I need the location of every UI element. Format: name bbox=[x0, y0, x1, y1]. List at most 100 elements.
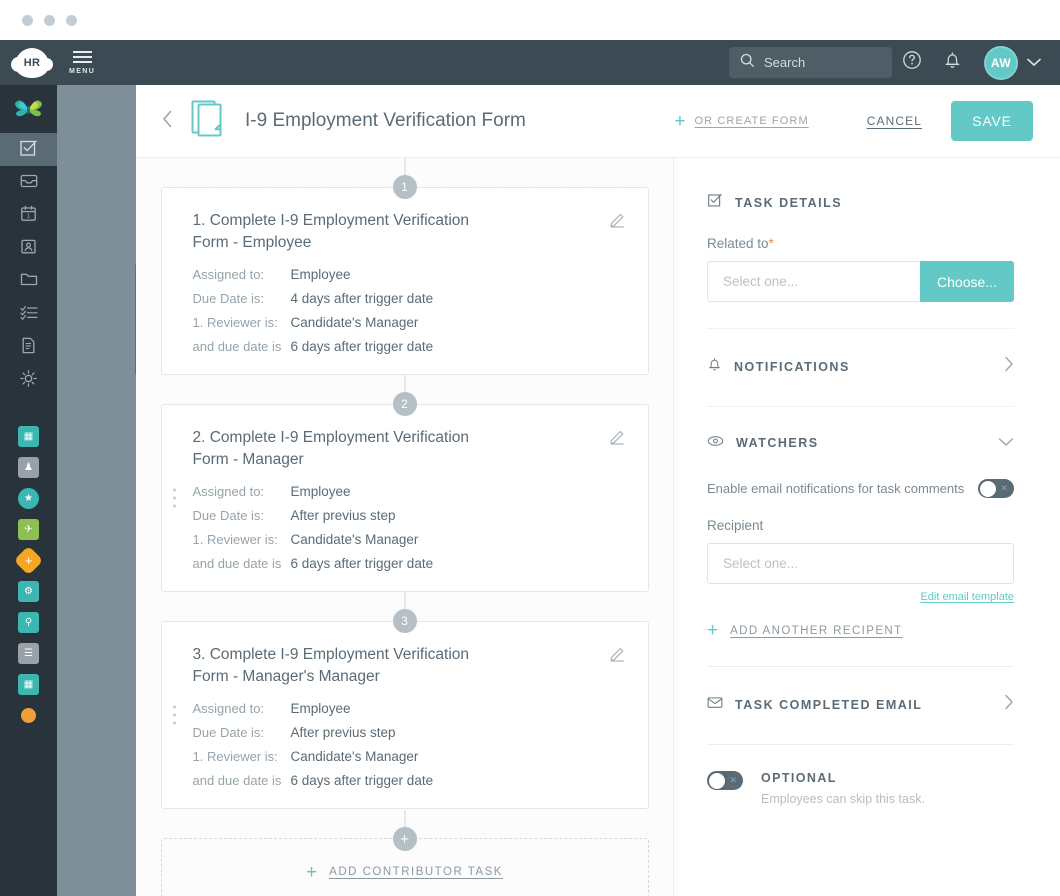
app-icon-team[interactable]: ▦ bbox=[0, 421, 57, 452]
task-detail-key: 1. Reviewer is: bbox=[192, 749, 278, 764]
task-detail-row: Assigned to: Employee bbox=[193, 701, 624, 716]
task-detail-row: Assigned to: Employee bbox=[193, 484, 624, 499]
hamburger-icon bbox=[72, 50, 92, 63]
checklist-icon bbox=[19, 303, 39, 326]
add-another-recipient-button[interactable]: + ADD ANOTHER RECIPENT bbox=[707, 621, 1014, 640]
create-form-button[interactable]: + OR CREATE FORM bbox=[674, 112, 808, 131]
menu-label: MENU bbox=[69, 67, 96, 75]
sidebar-item-files[interactable] bbox=[0, 265, 57, 298]
pencil-icon[interactable] bbox=[609, 211, 626, 233]
app-icon-recruit[interactable]: ♟ bbox=[0, 452, 57, 483]
task-detail-value: Employee bbox=[290, 701, 351, 716]
app-icon-search[interactable]: ⚲ bbox=[0, 607, 57, 638]
window-titlebar bbox=[0, 0, 1060, 40]
sidebar-item-inbox[interactable] bbox=[0, 166, 57, 199]
task-detail-row: 1. Reviewer is: Candidate's Manager bbox=[193, 532, 624, 547]
related-to-placeholder: Select one... bbox=[723, 274, 799, 289]
butterfly-logo[interactable] bbox=[0, 85, 57, 133]
edit-email-template-link[interactable]: Edit email template bbox=[707, 591, 1014, 603]
step-badge: 1 bbox=[392, 175, 417, 199]
related-to-select[interactable]: Select one... bbox=[707, 261, 920, 302]
drag-handle[interactable] bbox=[172, 488, 176, 508]
task-detail-value: Candidate's Manager bbox=[290, 532, 419, 547]
task-detail-key: and due date is bbox=[192, 339, 282, 354]
checkbox-icon bbox=[19, 138, 38, 162]
choose-button[interactable]: Choose... bbox=[920, 261, 1014, 302]
app-icon-settings[interactable]: ⚙ bbox=[0, 576, 57, 607]
avatar[interactable]: AW bbox=[984, 45, 1018, 80]
window-maximize-dot[interactable] bbox=[66, 14, 77, 26]
task-detail-row: and due date is 6 days after trigger dat… bbox=[193, 773, 624, 788]
sidebar-item-checklist[interactable] bbox=[0, 298, 57, 331]
related-to-text: Related to bbox=[707, 236, 769, 251]
chevron-right-icon[interactable] bbox=[1004, 356, 1014, 377]
app-icon-orange[interactable] bbox=[0, 700, 57, 731]
sidebar-item-calendar[interactable]: 1 bbox=[0, 199, 57, 232]
add-step-plus-badge[interactable]: + bbox=[392, 827, 417, 851]
section-title: TASK DETAILS bbox=[735, 195, 843, 210]
sidebar-item-documents[interactable] bbox=[0, 331, 57, 364]
sidebar-item-directory[interactable] bbox=[0, 232, 57, 265]
recipient-placeholder: Select one... bbox=[723, 556, 799, 571]
task-detail-key: Due Date is: bbox=[192, 508, 265, 523]
task-card[interactable]: 2. Complete I-9 Employment Verification … bbox=[160, 404, 649, 592]
section-title: WATCHERS bbox=[736, 436, 819, 450]
app-icon-add[interactable]: + bbox=[0, 545, 57, 576]
task-title: 1. Complete I-9 Employment Verification … bbox=[192, 212, 470, 251]
svg-text:1: 1 bbox=[27, 214, 31, 220]
cancel-button[interactable]: CANCEL bbox=[867, 114, 922, 128]
task-detail-key: and due date is bbox=[192, 773, 282, 788]
task-detail-row: and due date is 6 days after trigger dat… bbox=[193, 339, 624, 354]
toggle-off-mark: ✕ bbox=[729, 775, 737, 785]
optional-toggle[interactable]: ✕ bbox=[707, 771, 743, 790]
form-document-icon bbox=[191, 99, 227, 144]
task-detail-row: Due Date is: 4 days after trigger date bbox=[193, 291, 624, 306]
toggle-knob bbox=[708, 772, 725, 789]
help-button[interactable] bbox=[892, 43, 932, 83]
search-input[interactable]: Search bbox=[729, 47, 892, 78]
top-navigation-bar: HR MENU Search AW bbox=[0, 40, 1060, 85]
app-icon-calendar2[interactable]: ▦ bbox=[0, 669, 57, 700]
hr-cloud-logo[interactable]: HR bbox=[11, 47, 53, 78]
task-card[interactable]: 3. Complete I-9 Employment Verification … bbox=[160, 621, 649, 809]
task-card[interactable]: 1. Complete I-9 Employment Verification … bbox=[160, 187, 649, 375]
task-detail-value: Candidate's Manager bbox=[290, 749, 419, 764]
task-title: 3. Complete I-9 Employment Verification … bbox=[192, 646, 470, 685]
sidebar-item-tasks[interactable] bbox=[0, 133, 57, 166]
drag-handle[interactable] bbox=[172, 705, 176, 725]
add-contributor-task-button[interactable]: + + ADD CONTRIBUTOR TASK bbox=[160, 810, 649, 896]
app-icon-onboarding[interactable]: ✈ bbox=[0, 514, 57, 545]
app-icon-award[interactable]: ★ bbox=[0, 483, 57, 514]
chevron-left-icon[interactable] bbox=[162, 106, 181, 137]
chevron-right-icon[interactable] bbox=[1004, 694, 1014, 715]
recipient-select[interactable]: Select one... bbox=[707, 543, 1014, 584]
task-detail-value: Employee bbox=[290, 484, 351, 499]
settings-app-icon: ⚙ bbox=[18, 581, 39, 602]
search-placeholder-text: Search bbox=[764, 55, 806, 70]
pencil-icon[interactable] bbox=[609, 645, 626, 667]
chevron-down-icon[interactable] bbox=[1027, 54, 1041, 72]
window-minimize-dot[interactable] bbox=[44, 14, 55, 26]
plus-icon: + bbox=[707, 620, 719, 641]
toggle-knob bbox=[979, 480, 996, 497]
notifications-button[interactable] bbox=[932, 43, 972, 83]
section-notifications[interactable]: NOTIFICATIONS bbox=[707, 353, 1014, 380]
section-watchers[interactable]: WATCHERS bbox=[707, 431, 1014, 455]
plus-icon: + bbox=[306, 861, 318, 883]
task-detail-key: Assigned to: bbox=[192, 484, 265, 499]
save-button[interactable]: SAVE bbox=[951, 101, 1033, 141]
recipient-label: Recipient bbox=[707, 518, 764, 533]
section-task-details[interactable]: TASK DETAILS bbox=[707, 189, 1014, 216]
menu-button[interactable]: MENU bbox=[69, 50, 96, 75]
pencil-icon[interactable] bbox=[609, 428, 626, 450]
task-detail-row: and due date is 6 days after trigger dat… bbox=[193, 556, 624, 571]
email-notifications-toggle[interactable]: ✕ bbox=[978, 479, 1014, 498]
section-task-completed-email[interactable]: TASK COMPLETED EMAIL bbox=[707, 691, 1014, 718]
sidebar-item-settings[interactable] bbox=[0, 364, 57, 397]
app-icon-reports[interactable]: ☰ bbox=[0, 638, 57, 669]
bell-icon bbox=[707, 356, 722, 377]
chevron-down-icon[interactable] bbox=[998, 434, 1014, 452]
required-asterisk: * bbox=[768, 236, 774, 251]
window-close-dot[interactable] bbox=[22, 14, 33, 26]
page-container: I-9 Employment Verification Form + OR CR… bbox=[136, 85, 1060, 896]
